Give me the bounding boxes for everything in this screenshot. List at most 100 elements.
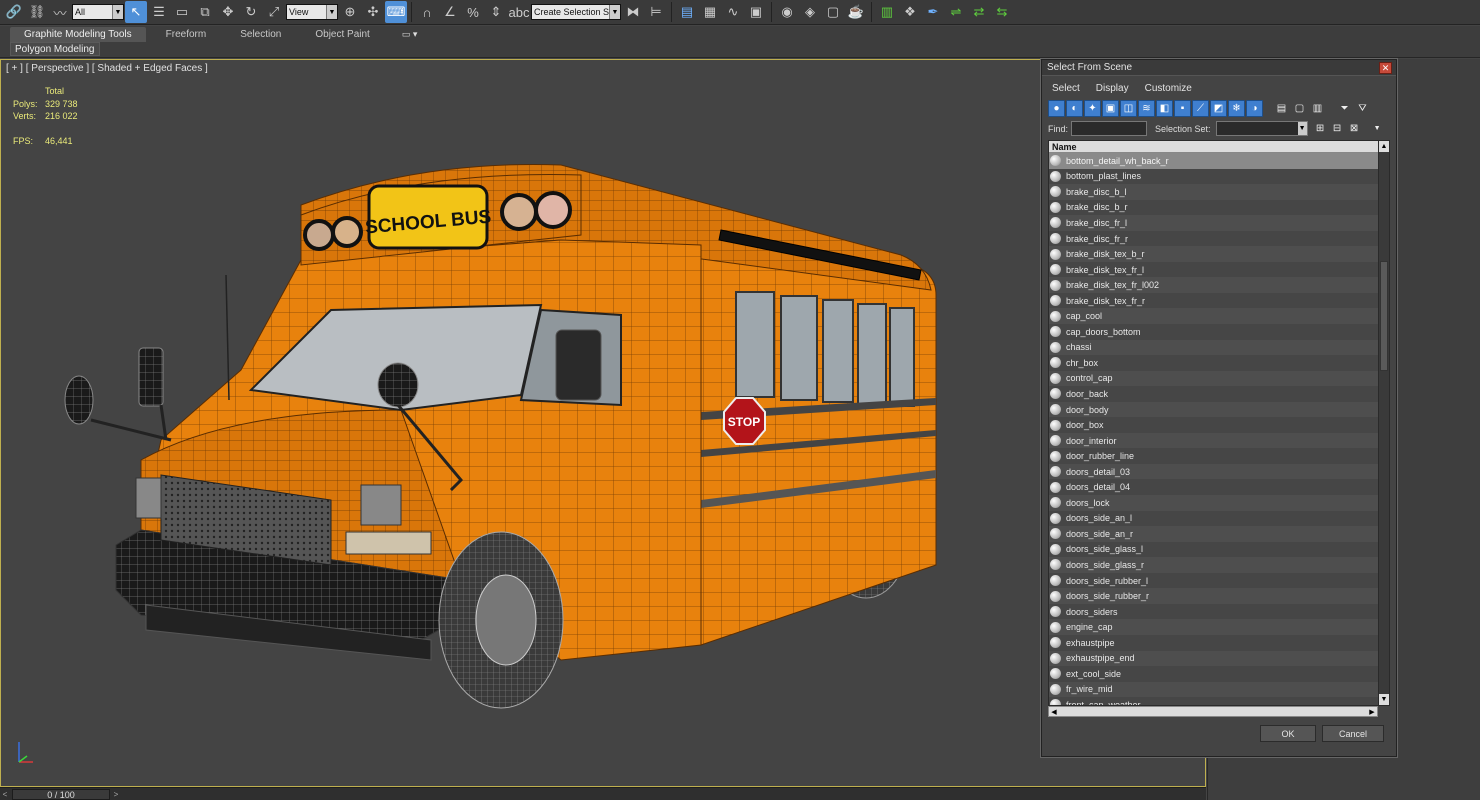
create-selection-set-icon[interactable]: ⊞ xyxy=(1312,120,1329,137)
list-item[interactable]: brake_disk_tex_fr_r xyxy=(1049,292,1382,309)
selection-filter-dropdown[interactable]: All ▼ xyxy=(72,4,124,20)
extra-tool-1-icon[interactable]: ▥ xyxy=(876,1,898,23)
display-bones-icon[interactable]: ⟋ xyxy=(1192,99,1209,117)
selection-set-dropdown[interactable]: ▼ xyxy=(1215,121,1308,136)
list-item[interactable]: brake_disc_b_l xyxy=(1049,184,1382,200)
list-item[interactable]: chassi xyxy=(1049,339,1382,356)
schematic-view-icon[interactable]: ▣ xyxy=(745,1,767,23)
layer-manager-icon[interactable]: ▤ xyxy=(676,1,698,23)
filter-options-icon[interactable]: ⛛ xyxy=(1354,100,1371,117)
time-next-icon[interactable]: > xyxy=(111,788,121,800)
rotate-icon[interactable]: ↻ xyxy=(240,1,262,23)
list-item[interactable]: cap_cool xyxy=(1049,308,1382,325)
time-slider-knob[interactable]: 0 / 100 xyxy=(12,789,110,800)
list-horizontal-scrollbar[interactable]: ◀ ▶ xyxy=(1048,706,1378,717)
list-item[interactable]: doors_side_rubber_l xyxy=(1049,572,1382,589)
tab-graphite-modeling-tools[interactable]: Graphite Modeling Tools xyxy=(10,27,146,42)
move-icon[interactable]: ✥ xyxy=(217,1,239,23)
display-lights-icon[interactable]: ✦ xyxy=(1084,99,1101,117)
extra-tool-5-icon[interactable]: ⇄ xyxy=(968,1,990,23)
list-item[interactable]: cap_doors_bottom xyxy=(1049,324,1382,340)
display-xrefs-icon[interactable]: ▪ xyxy=(1174,99,1191,117)
list-item[interactable]: control_cap xyxy=(1049,370,1382,387)
select-by-name-icon[interactable]: ☰ xyxy=(148,1,170,23)
chevron-down-icon[interactable]: ▼ xyxy=(1369,120,1386,137)
snaps-toggle-icon[interactable]: ∩ xyxy=(416,1,438,23)
list-item[interactable]: exhaustpipe xyxy=(1049,634,1382,651)
close-icon[interactable]: ✕ xyxy=(1379,62,1392,74)
perspective-viewport[interactable]: STOP SCHOOL BUS [+] [Perspective] [… xyxy=(0,59,1206,787)
ok-button[interactable]: OK xyxy=(1260,725,1316,742)
list-item[interactable]: ext_cool_side xyxy=(1049,666,1382,682)
display-shapes-icon[interactable]: ◐ xyxy=(1066,99,1083,117)
edit-named-selection-icon[interactable]: abc xyxy=(508,1,530,23)
add-to-selection-set-icon[interactable]: ⊟ xyxy=(1329,120,1346,137)
list-item[interactable]: engine_cap xyxy=(1049,619,1382,635)
list-item[interactable]: door_body xyxy=(1049,401,1382,418)
spinner-snap-icon[interactable]: ⇕ xyxy=(485,1,507,23)
angle-snap-icon[interactable]: ∠ xyxy=(439,1,461,23)
tab-freeform[interactable]: Freeform xyxy=(152,27,221,42)
list-item[interactable]: doors_side_rubber_r xyxy=(1049,588,1382,604)
filter-icon[interactable]: ⏷ xyxy=(1336,100,1353,117)
list-item[interactable]: brake_disc_fr_l xyxy=(1049,215,1382,231)
list-item[interactable]: door_interior xyxy=(1049,432,1382,449)
rectangular-selection-icon[interactable]: ▭ xyxy=(171,1,193,23)
list-item[interactable]: front_cap_weather xyxy=(1049,697,1382,705)
list-item[interactable]: doors_side_glass_r xyxy=(1049,557,1382,573)
graphite-toggle-icon[interactable]: ▦ xyxy=(699,1,721,23)
display-space-warps-icon[interactable]: ≋ xyxy=(1138,99,1155,117)
material-editor-icon[interactable]: ◉ xyxy=(776,1,798,23)
mirror-icon[interactable]: ⧓ xyxy=(622,1,644,23)
render-production-icon[interactable]: ☕ xyxy=(845,1,867,23)
menu-select[interactable]: Select xyxy=(1046,83,1086,94)
list-item[interactable]: bottom_plast_lines xyxy=(1049,168,1382,185)
render-setup-icon[interactable]: ◈ xyxy=(799,1,821,23)
time-prev-icon[interactable]: < xyxy=(0,788,10,800)
list-item[interactable]: brake_disc_b_r xyxy=(1049,199,1382,216)
remove-from-selection-set-icon[interactable]: ⊠ xyxy=(1346,120,1363,137)
dialog-title-bar[interactable]: Select From Scene xyxy=(1042,60,1396,76)
scroll-up-icon[interactable]: ▲ xyxy=(1379,141,1389,152)
polygon-modeling-panel[interactable]: Polygon Modeling xyxy=(10,42,100,56)
display-geometry-icon[interactable]: ● xyxy=(1048,99,1065,117)
list-item[interactable]: fr_wire_mid xyxy=(1049,681,1382,698)
align-icon[interactable]: ⊨ xyxy=(645,1,667,23)
list-vertical-scrollbar[interactable]: ▲ ▼ xyxy=(1378,140,1390,706)
list-item[interactable]: brake_disk_tex_fr_l002 xyxy=(1049,277,1382,293)
list-item[interactable]: door_rubber_line xyxy=(1049,448,1382,464)
find-input[interactable] xyxy=(1071,121,1148,136)
list-item[interactable]: door_back xyxy=(1049,386,1382,402)
extra-tool-4-icon[interactable]: ⇌ xyxy=(945,1,967,23)
list-item[interactable]: doors_lock xyxy=(1049,495,1382,511)
reference-coordinate-dropdown[interactable]: View ▼ xyxy=(286,4,338,20)
bind-space-warp-icon[interactable]: 〰 xyxy=(49,1,71,23)
display-none-icon[interactable]: ▢ xyxy=(1291,100,1308,117)
list-item[interactable]: brake_disc_fr_r xyxy=(1049,230,1382,247)
percent-snap-icon[interactable]: % xyxy=(462,1,484,23)
list-item[interactable]: bottom_detail_wh_back_r xyxy=(1049,153,1382,169)
list-item[interactable]: doors_side_an_r xyxy=(1049,526,1382,542)
list-item[interactable]: doors_side_glass_l xyxy=(1049,541,1382,558)
scroll-down-icon[interactable]: ▼ xyxy=(1379,694,1389,705)
tab-object-paint[interactable]: Object Paint xyxy=(301,27,383,42)
list-item[interactable]: doors_detail_03 xyxy=(1049,463,1382,480)
extra-tool-2-icon[interactable]: ❖ xyxy=(899,1,921,23)
time-slider[interactable]: < 0 / 100 > xyxy=(0,787,1206,800)
scroll-right-icon[interactable]: ▶ xyxy=(1367,707,1377,716)
select-and-link-icon[interactable]: 🔗 xyxy=(3,1,25,23)
named-selection-dropdown[interactable]: Create Selection Se ▼ xyxy=(531,4,621,20)
keyboard-shortcut-override-icon[interactable]: ⌨ xyxy=(385,1,407,23)
window-crossing-icon[interactable]: ⧉ xyxy=(194,1,216,23)
unlink-selection-icon[interactable]: ⛓ xyxy=(26,1,48,23)
tab-selection[interactable]: Selection xyxy=(226,27,295,42)
list-item[interactable]: brake_disk_tex_fr_l xyxy=(1049,261,1382,278)
display-all-icon[interactable]: ▤ xyxy=(1273,100,1290,117)
display-invert-icon[interactable]: ▥ xyxy=(1309,100,1326,117)
list-item[interactable]: doors_side_an_l xyxy=(1049,510,1382,527)
select-manipulate-icon[interactable]: ✣ xyxy=(362,1,384,23)
cancel-button[interactable]: Cancel xyxy=(1322,725,1384,742)
list-item[interactable]: door_box xyxy=(1049,417,1382,433)
list-item[interactable]: brake_disk_tex_b_r xyxy=(1049,246,1382,262)
curve-editor-icon[interactable]: ∿ xyxy=(722,1,744,23)
